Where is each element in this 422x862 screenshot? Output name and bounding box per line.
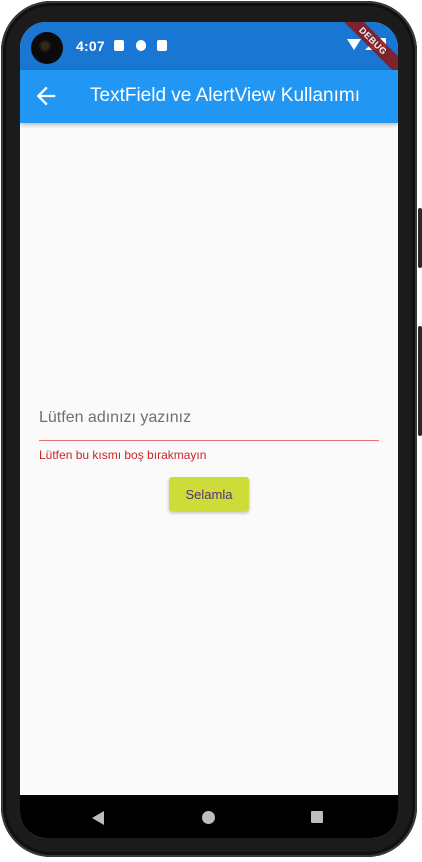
power-button <box>418 326 422 436</box>
app-bar: TextField ve AlertView Kullanımı <box>20 70 398 123</box>
error-message: Lütfen bu kısmı boş bırakmayın <box>39 448 207 462</box>
p-icon <box>136 40 146 51</box>
name-input[interactable] <box>39 403 379 433</box>
status-time: 4:07 <box>76 38 105 54</box>
wifi-icon <box>347 38 361 50</box>
device-screen: 4:07 DEBUG TextField ve AlertView Kullan… <box>20 22 398 838</box>
front-camera <box>31 32 63 64</box>
back-button[interactable] <box>32 82 60 110</box>
a-icon <box>114 40 124 51</box>
system-nav-bar <box>20 795 398 838</box>
home-icon[interactable] <box>202 811 215 824</box>
name-field <box>39 403 379 441</box>
volume-button <box>418 208 422 268</box>
phone-frame: 4:07 DEBUG TextField ve AlertView Kullan… <box>0 0 422 862</box>
sd-card-icon <box>157 40 167 51</box>
greet-button[interactable]: Selamla <box>169 477 249 511</box>
back-icon[interactable] <box>92 811 104 825</box>
arrow-back-icon <box>36 86 56 106</box>
status-bar: 4:07 DEBUG <box>20 22 398 85</box>
recents-icon[interactable] <box>311 811 323 823</box>
main-content: Lütfen bu kısmı boş bırakmayın Selamla <box>20 123 398 795</box>
page-title: TextField ve AlertView Kullanımı <box>90 85 360 106</box>
